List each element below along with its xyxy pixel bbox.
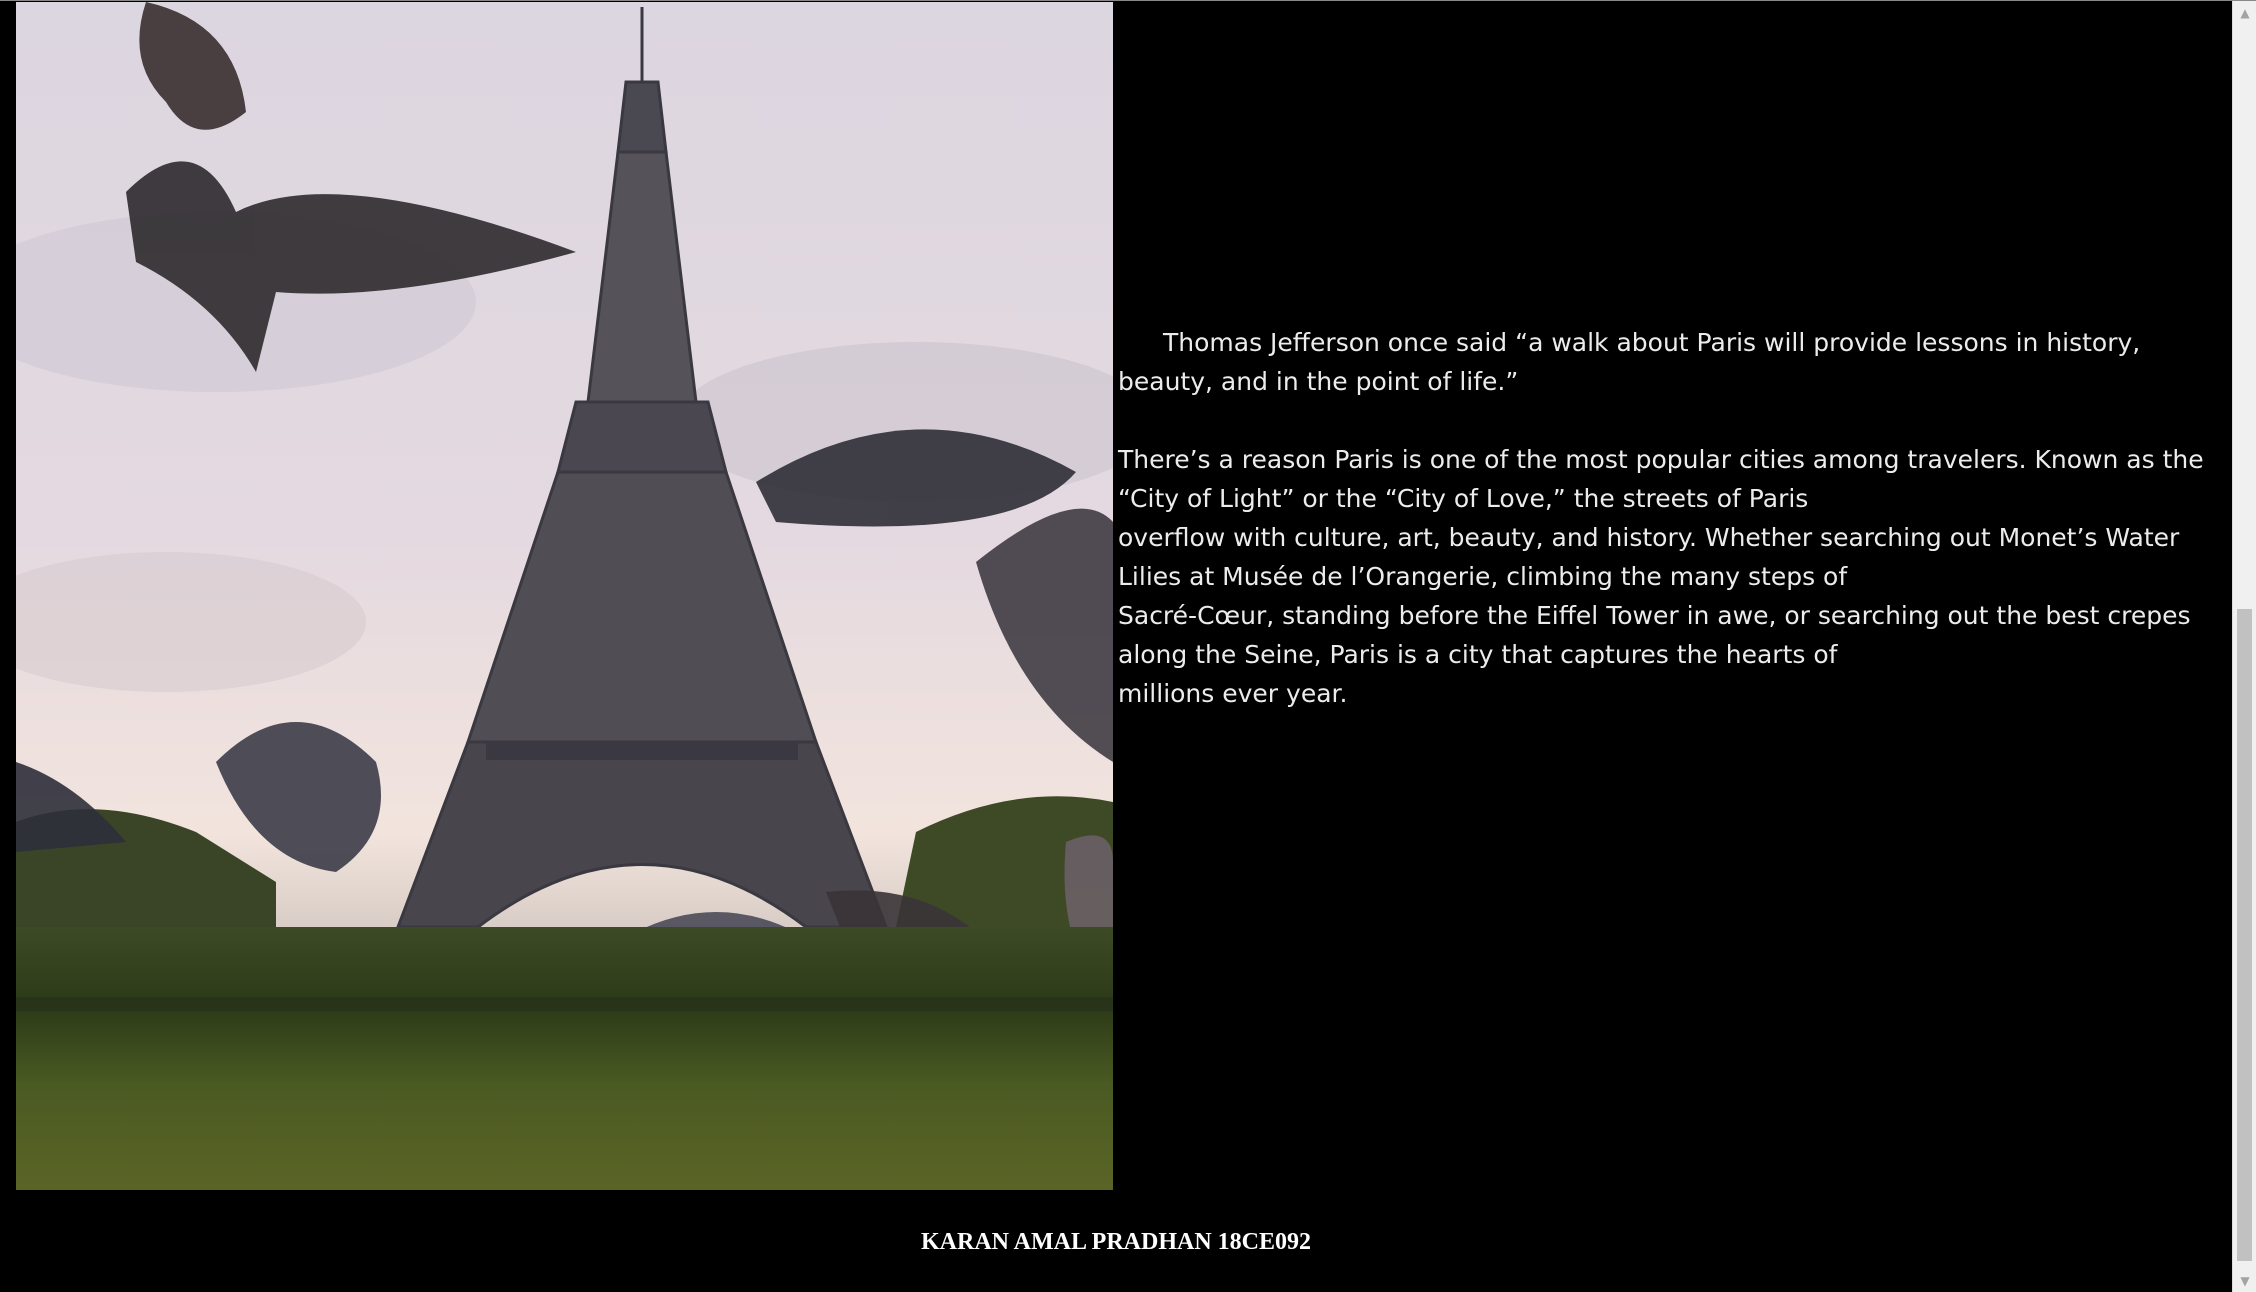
scrollbar-thumb[interactable]	[2237, 609, 2252, 1261]
eiffel-tower-photo	[16, 2, 1113, 1190]
author-footer: KARAN AMAL PRADHAN 18CE092	[921, 1229, 1311, 1255]
jefferson-quote: Thomas Jefferson once said “a walk about…	[1118, 328, 2141, 396]
page: Thomas Jefferson once said “a walk about…	[0, 0, 2256, 1292]
article-text: Thomas Jefferson once said “a walk about…	[1118, 323, 2218, 713]
article-paragraph: There’s a reason Paris is one of the mos…	[1118, 445, 2204, 708]
vertical-scrollbar[interactable]: ▲ ▼	[2232, 1, 2256, 1292]
scroll-down-arrow-icon[interactable]: ▼	[2233, 1269, 2256, 1292]
scroll-up-arrow-icon[interactable]: ▲	[2233, 1, 2256, 25]
